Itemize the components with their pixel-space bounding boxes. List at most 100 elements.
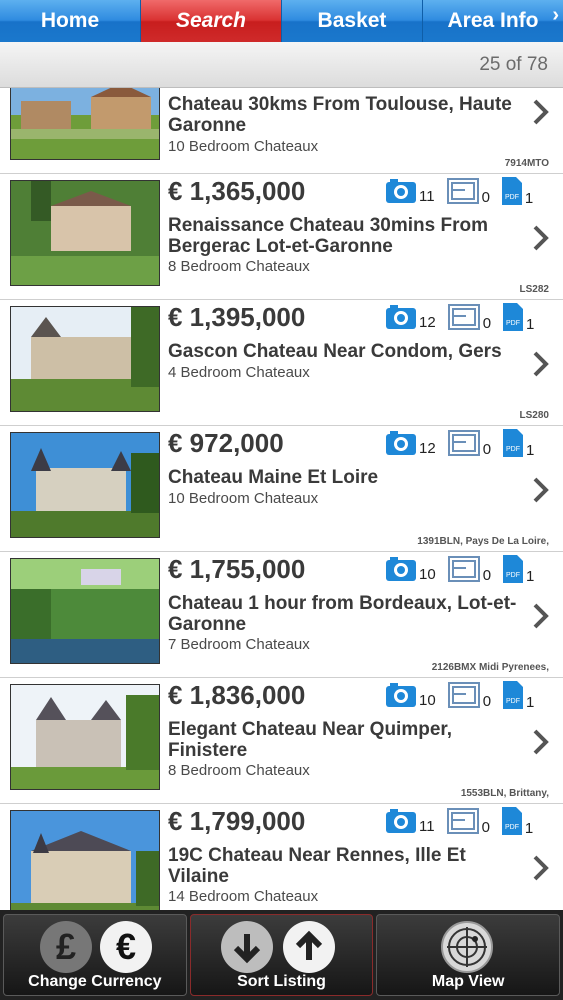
listing-price: € 1,799,000 [168,806,306,836]
listing-media-counts: 12 0 PDF 1 [386,428,546,459]
svg-text:PDF: PDF [506,320,520,327]
chevron-right-icon[interactable] [531,854,551,882]
listing-row[interactable]: € 1,365,000 11 0 PDF 1 Renaissance Chatea… [0,174,563,300]
camera-icon [386,179,416,203]
tab-search[interactable]: Search [141,0,282,42]
plan-count: 0 [482,315,492,332]
listing-row[interactable]: € 1,799,000 11 0 PDF 1 19C Chateau Near R… [0,804,563,910]
change-currency-label: Change Currency [28,973,162,990]
tab-home-label: Home [40,9,100,32]
arrow-down-icon [220,921,273,973]
chevron-right-icon[interactable] [531,98,551,126]
listing-reference: 1391BLN, Pays De La Loire, [417,536,549,547]
sort-listing-button[interactable]: Sort Listing [189,914,374,996]
listing-title: 19C Chateau Near Rennes, Ille Et Vilaine [168,845,466,887]
euro-icon: € [100,921,152,973]
listing-title: Chateau 1 hour from Bordeaux, Lot-et-Gar… [168,593,517,635]
listing-photo [10,810,160,910]
chevron-right-icon[interactable] [531,476,551,504]
pound-icon: £ [40,921,92,973]
plan-count: 0 [481,189,490,206]
listing-reference: LS282 [519,284,549,295]
chevron-right-icon[interactable] [531,350,551,378]
chevron-right-icon[interactable] [531,224,551,252]
listing-price: € 1,365,000 [168,176,306,206]
listing-row[interactable]: € 1,836,000 10 0 PDF 1 Elegant Chateau Ne… [0,678,563,804]
chevron-right-icon[interactable] [531,602,551,630]
listing-photo [10,684,160,790]
listing-subtitle: 10 Bedroom Chateaux [168,138,319,155]
pdf-count: 1 [526,568,535,585]
listing-media-counts: 10 0 PDF 1 [386,680,546,711]
svg-text:PDF: PDF [506,572,520,579]
radar-icon [441,921,494,973]
pdf-icon: PDF [503,555,524,583]
arrow-up-icon [282,921,335,973]
plan-count: 0 [482,693,492,710]
chevron-right-icon[interactable] [531,728,551,756]
listing-price: € 972,000 [168,428,284,458]
listing-row[interactable]: Chateau 30kms From Toulouse, Haute Garon… [0,88,563,174]
listing-subtitle: 14 Bedroom Chateaux [168,888,319,905]
pdf-count: 1 [524,820,534,837]
listing-subtitle: 8 Bedroom Chateaux [168,762,310,779]
tab-search-label: Search [175,9,247,32]
plan-count: 0 [482,567,492,584]
listing-title: Gascon Chateau Near Condom, Gers [168,341,502,362]
results-counter: 25 of 78 [479,54,548,75]
pdf-count: 1 [526,694,535,711]
svg-text:PDF: PDF [505,194,519,201]
pdf-icon: PDF [503,681,524,709]
listing-media-counts: 11 0 PDF 1 [386,176,545,207]
listing-subtitle: 7 Bedroom Chateaux [168,636,310,653]
plan-count: 0 [482,441,492,458]
pdf-icon: PDF [503,429,524,457]
listing-photo [10,558,160,664]
listing-title: Renaissance Chateau 30mins From Bergerac… [168,215,488,257]
listing-photo [10,88,160,160]
plan-count: 0 [481,819,490,836]
pdf-icon: PDF [501,177,522,205]
camera-icon [386,431,416,455]
pdf-count: 1 [526,316,535,333]
map-view-button[interactable]: Map View [376,914,561,996]
listing-reference: 1553BLN, Brittany, [460,788,549,799]
listing-row[interactable]: € 1,395,000 12 0 PDF 1 Gascon Chateau Nea… [0,300,563,426]
floorplan-icon [447,682,480,708]
camera-icon [386,683,416,707]
tab-basket[interactable]: Basket [282,0,423,42]
listing-media-counts: 11 0 PDF 1 [386,806,545,837]
top-tab-bar: Home Search Basket Area Info › [0,0,563,42]
photo-count: 11 [419,818,435,835]
floorplan-icon [447,430,480,456]
listing-photo [10,306,160,412]
listing-scroll[interactable]: Chateau 30kms From Toulouse, Haute Garon… [0,88,563,910]
pdf-count: 1 [524,190,534,207]
floorplan-icon [446,808,479,834]
listing-title: Elegant Chateau Near Quimper, Finistere [168,719,453,761]
change-currency-button[interactable]: £ € Change Currency [3,914,187,996]
pdf-icon: PDF [501,807,522,835]
floorplan-icon [446,178,479,204]
camera-icon [386,557,416,581]
tab-home[interactable]: Home [0,0,141,42]
tab-area-info[interactable]: Area Info › [423,0,563,42]
listing-row[interactable]: € 1,755,000 10 0 PDF 1 Chateau 1 hour fro… [0,552,563,678]
camera-icon [386,305,416,329]
floorplan-icon [447,304,480,330]
listing-title: Chateau Maine Et Loire [168,467,379,488]
listing-price: € 1,395,000 [168,302,306,332]
pdf-count: 1 [526,442,535,459]
photo-count: 12 [419,440,436,457]
floorplan-icon [447,556,480,582]
listing-reference: LS280 [519,410,549,421]
listing-subtitle: 4 Bedroom Chateaux [168,364,310,381]
listing-row[interactable]: € 972,000 12 0 PDF 1 Chateau Maine Et Loi… [0,426,563,552]
photo-count: 10 [419,566,436,583]
chevron-right-icon[interactable]: › [552,4,559,27]
sort-listing-label: Sort Listing [237,973,326,990]
pdf-icon: PDF [503,303,524,331]
bottom-toolbar: £ € Change Currency Sort Listing Map Vie… [0,910,563,1000]
camera-icon [386,809,416,833]
tab-area-info-label: Area Info [447,9,539,32]
